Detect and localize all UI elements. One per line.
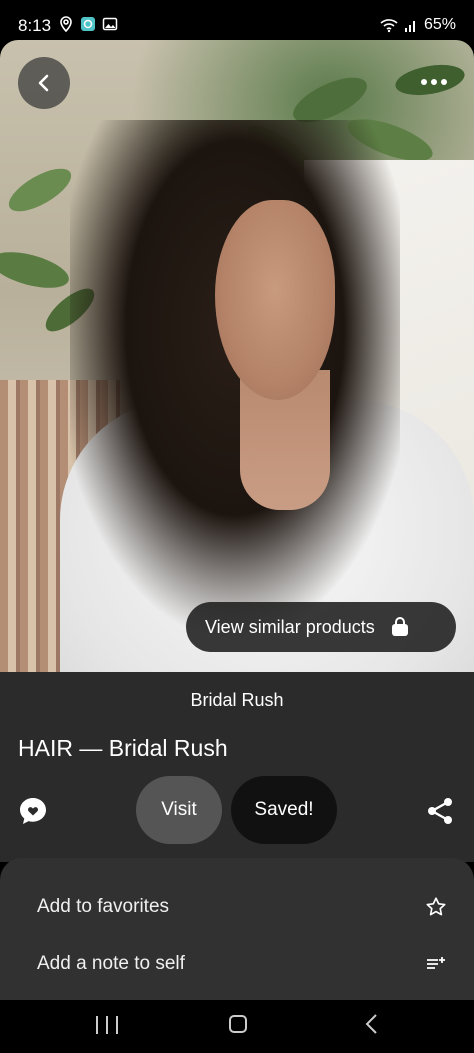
pin-brand[interactable]: Bridal Rush [0, 690, 474, 711]
home-icon[interactable] [229, 1015, 247, 1033]
app-notification-icon [81, 17, 95, 31]
wifi-icon [380, 19, 398, 33]
battery-percent: 65% [423, 16, 456, 33]
status-icons-left [58, 16, 118, 32]
saved-label: Saved! [254, 799, 314, 820]
note-add-icon [427, 957, 445, 969]
more-dots-icon [421, 79, 427, 85]
add-note-item[interactable]: Add a note to self [37, 944, 447, 984]
visit-label: Visit [161, 799, 197, 820]
status-icons-right: 65% [380, 16, 456, 34]
nav-back-icon[interactable] [362, 1013, 382, 1035]
comment-heart-icon[interactable] [17, 795, 49, 827]
back-button[interactable] [18, 57, 70, 109]
visit-button[interactable]: Visit [136, 776, 222, 844]
add-to-favorites-label: Add to favorites [37, 896, 170, 917]
chevron-left-icon [38, 74, 49, 92]
shopping-bag-icon [391, 617, 408, 636]
gallery-icon [102, 17, 118, 31]
more-options-button[interactable] [414, 66, 454, 98]
signal-icon [404, 21, 415, 32]
saved-button[interactable]: Saved! [231, 776, 337, 844]
share-icon[interactable] [424, 795, 456, 827]
location-icon [60, 16, 72, 32]
add-note-label: Add a note to self [37, 953, 185, 974]
add-to-favorites-item[interactable]: Add to favorites [37, 887, 447, 927]
face [215, 200, 335, 400]
view-similar-label: View similar products [205, 616, 375, 637]
star-icon [426, 897, 446, 916]
recent-apps-icon[interactable] [96, 1016, 118, 1034]
status-time: 8:13 [18, 16, 52, 35]
view-similar-products-button[interactable]: View similar products [186, 602, 456, 652]
curly-hair [70, 120, 400, 640]
pin-image[interactable] [0, 40, 474, 672]
pin-title: HAIR — Bridal Rush [18, 735, 228, 761]
